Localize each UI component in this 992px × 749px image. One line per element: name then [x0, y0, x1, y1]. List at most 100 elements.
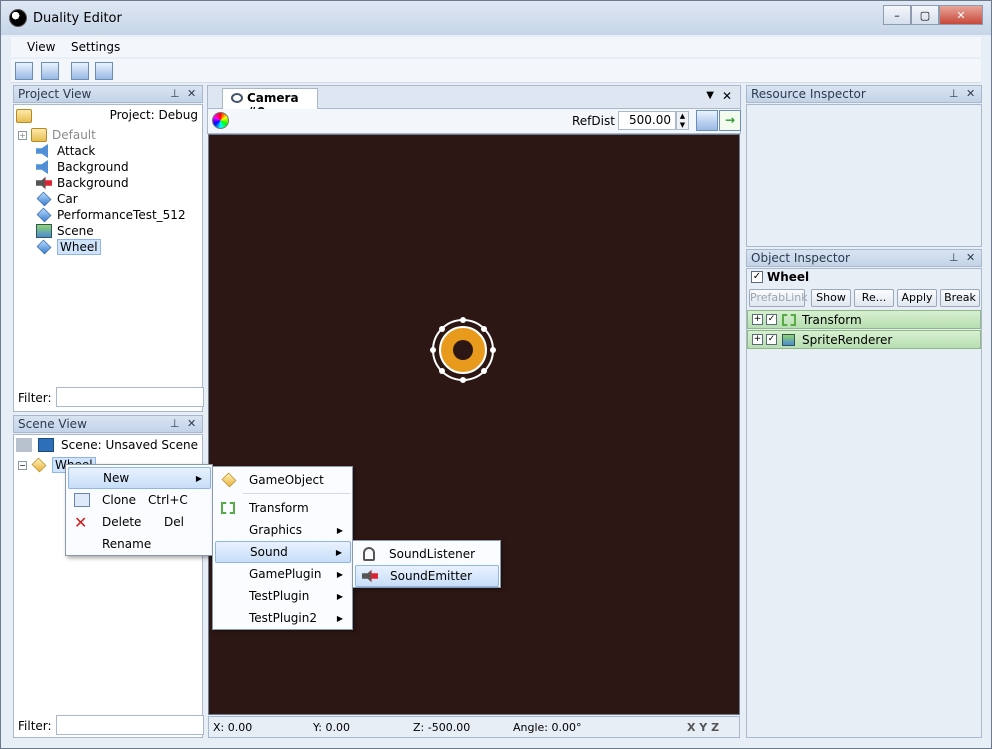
- maximize-button[interactable]: ▢: [911, 5, 939, 25]
- minimize-button[interactable]: –: [883, 5, 911, 25]
- project-label: Project: Debug: [109, 108, 198, 122]
- project-view-header[interactable]: Project View ⊥ ✕: [13, 85, 203, 103]
- scene-label: Scene: Unsaved Scene: [61, 438, 198, 452]
- menu-item-sound[interactable]: Sound ▶: [215, 541, 351, 563]
- close-icon[interactable]: ✕: [187, 417, 196, 430]
- gizmo-handle-bottom-right[interactable]: [481, 368, 487, 374]
- editor-window: Duality Editor – ▢ ✕ View Settings Proje…: [0, 0, 992, 749]
- object-inspector-header[interactable]: Object Inspector ⊥ ✕: [746, 249, 982, 267]
- submenu-arrow-icon: ▶: [336, 525, 343, 535]
- menu-item-graphics[interactable]: Graphics ▶: [215, 519, 351, 541]
- tree-item-attack[interactable]: Attack: [36, 143, 95, 159]
- tree-item-background-audio[interactable]: Background: [36, 175, 129, 191]
- close-icon[interactable]: ✕: [187, 87, 196, 100]
- eye-icon: [231, 93, 243, 103]
- menu-item-gameplugin[interactable]: GamePlugin ▶: [215, 563, 351, 585]
- menu-item-transform[interactable]: Transform: [215, 497, 351, 519]
- menu-item-shortcut: Ctrl+C: [148, 493, 188, 507]
- tree-item-scene[interactable]: Scene: [36, 223, 94, 239]
- project-view-title: Project View: [18, 87, 92, 101]
- status-axes[interactable]: X Y Z: [687, 721, 719, 734]
- menu-item-label: Clone: [102, 493, 137, 507]
- menu-item-gameobject[interactable]: GameObject: [215, 469, 351, 491]
- gizmo-handle-top-left[interactable]: [439, 326, 445, 332]
- gizmo-handle-left[interactable]: [430, 347, 436, 353]
- refdist-spinner[interactable]: ▲ ▼: [676, 111, 689, 130]
- project-filter-input[interactable]: [56, 387, 204, 407]
- pin-icon[interactable]: ⊥: [949, 251, 959, 264]
- tree-item-label: Background: [57, 176, 129, 190]
- close-icon[interactable]: ✕: [966, 87, 975, 100]
- pin-icon[interactable]: ⊥: [949, 87, 959, 100]
- collapse-icon[interactable]: −: [18, 460, 27, 470]
- scene-filter-row: Filter:: [18, 715, 204, 737]
- run-game-icon[interactable]: [71, 62, 89, 80]
- debug-game-icon[interactable]: [95, 62, 113, 80]
- gizmo-handle-right[interactable]: [490, 347, 496, 353]
- microphone-icon: [363, 547, 375, 561]
- new-scene-icon[interactable]: [16, 438, 32, 452]
- tab-camera-0[interactable]: Camera #0: [222, 88, 318, 119]
- close-button[interactable]: ✕: [939, 5, 983, 25]
- menu-item-clone[interactable]: Clone Ctrl+C: [68, 489, 211, 511]
- gizmo-handle-bottom-left[interactable]: [439, 368, 445, 374]
- refdist-input[interactable]: 500.00: [618, 111, 676, 130]
- camera-state-arrow-icon[interactable]: →: [719, 110, 741, 131]
- tree-item-label: Background: [57, 160, 129, 174]
- scene-view-header[interactable]: Scene View ⊥ ✕: [13, 415, 203, 433]
- menu-view[interactable]: View: [27, 40, 55, 54]
- apply-button[interactable]: Apply: [897, 289, 937, 307]
- component-transform[interactable]: + ✓ Transform: [747, 310, 981, 329]
- scene-filter-input[interactable]: [56, 715, 204, 735]
- menu-item-delete[interactable]: ✕ Delete Del: [68, 511, 211, 533]
- gizmo-handle-top[interactable]: [460, 317, 466, 323]
- submenu-arrow-icon: ▶: [336, 591, 343, 601]
- component-label: SpriteRenderer: [802, 333, 893, 347]
- active-checkbox[interactable]: ✓: [751, 271, 763, 283]
- component-enabled-checkbox[interactable]: ✓: [766, 314, 777, 325]
- sprite-renderer-icon: [782, 334, 795, 346]
- reset-button[interactable]: Re...: [854, 289, 894, 307]
- tree-item-performancetest[interactable]: PerformanceTest_512: [36, 207, 186, 223]
- save-icon[interactable]: [38, 438, 54, 452]
- pin-icon[interactable]: ⊥: [170, 417, 180, 430]
- tree-item-car[interactable]: Car: [36, 191, 78, 207]
- menu-item-testplugin2[interactable]: TestPlugin2 ▶: [215, 607, 351, 629]
- tree-item-background-sound[interactable]: Background: [36, 159, 129, 175]
- sound-submenu: SoundListener SoundEmitter: [352, 540, 501, 588]
- new-project-icon[interactable]: [15, 62, 33, 80]
- gizmo-handle-top-right[interactable]: [481, 326, 487, 332]
- gizmo-handle-bottom[interactable]: [460, 377, 466, 383]
- csharp-code-icon[interactable]: [41, 62, 59, 80]
- gameobject-icon: [31, 457, 47, 473]
- component-enabled-checkbox[interactable]: ✓: [766, 334, 777, 345]
- speaker-icon: [362, 569, 378, 583]
- component-spriterenderer[interactable]: + ✓ SpriteRenderer: [747, 330, 981, 349]
- window-title: Duality Editor: [33, 11, 122, 26]
- menu-item-new[interactable]: New ▶: [68, 467, 211, 489]
- filter-label: Filter:: [18, 391, 52, 405]
- tree-item-wheel[interactable]: Wheel: [36, 239, 101, 255]
- break-button[interactable]: Break: [940, 289, 980, 307]
- expand-icon[interactable]: +: [18, 130, 27, 140]
- submenu-arrow-icon: ▶: [336, 613, 343, 623]
- menu-item-soundemitter[interactable]: SoundEmitter: [355, 565, 499, 587]
- tab-list-icon[interactable]: ▼: [706, 90, 714, 101]
- menu-separator: [243, 493, 350, 494]
- menu-settings[interactable]: Settings: [71, 40, 120, 54]
- expand-icon[interactable]: +: [752, 334, 763, 345]
- expand-icon[interactable]: +: [752, 314, 763, 325]
- color-wheel-icon[interactable]: [212, 112, 229, 129]
- resource-inspector-header[interactable]: Resource Inspector ⊥ ✕: [746, 85, 982, 103]
- close-icon[interactable]: ✕: [966, 251, 975, 264]
- show-button[interactable]: Show: [811, 289, 851, 307]
- close-tab-icon[interactable]: ✕: [722, 89, 732, 103]
- menu-item-testplugin[interactable]: TestPlugin ▶: [215, 585, 351, 607]
- menu-item-rename[interactable]: Rename: [68, 533, 211, 555]
- menu-item-soundlistener[interactable]: SoundListener: [355, 543, 499, 565]
- prefab-link-button[interactable]: PrefabLink: [749, 289, 808, 307]
- tree-item-default[interactable]: + Default: [18, 127, 96, 143]
- title-bar[interactable]: Duality Editor – ▢ ✕: [1, 1, 991, 35]
- pin-icon[interactable]: ⊥: [170, 87, 180, 100]
- camera-mode-icon[interactable]: [696, 110, 718, 131]
